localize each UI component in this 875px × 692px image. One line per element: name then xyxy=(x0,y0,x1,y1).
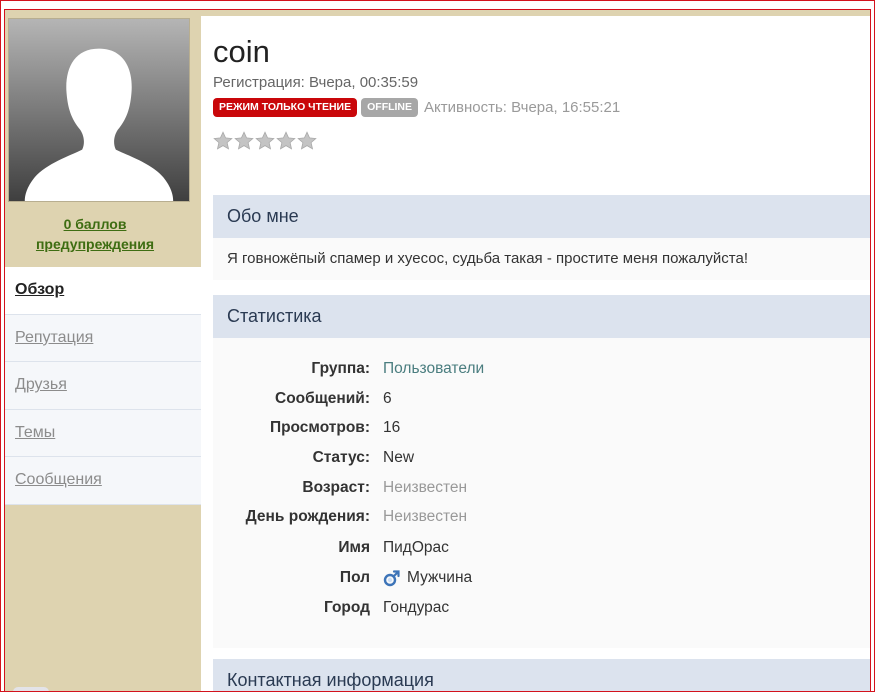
male-icon xyxy=(383,570,400,587)
stat-value-gender: Мужчина xyxy=(383,569,472,587)
star-icon[interactable] xyxy=(297,131,317,151)
stat-value: New xyxy=(383,449,415,466)
stat-value: Гондурас xyxy=(383,599,450,616)
warnings-link[interactable]: 0 баллов предупреждения xyxy=(5,214,185,254)
stat-value: 16 xyxy=(383,419,401,436)
stat-value: Неизвестен xyxy=(383,479,468,496)
stat-label: Имя xyxy=(338,539,370,556)
contacts-header: Контактная информация xyxy=(213,659,870,691)
profile-sidebar: 0 баллов предупреждения Обзор Репутация … xyxy=(5,10,201,691)
group-link[interactable]: Пользователи xyxy=(383,360,484,378)
readonly-badge: РЕЖИМ ТОЛЬКО ЧТЕНИЕ xyxy=(213,97,358,117)
scroll-indicator xyxy=(13,687,49,691)
statistics-header: Статистика xyxy=(213,295,870,338)
stat-label: Возраст: xyxy=(302,479,370,496)
about-header: Обо мне xyxy=(213,195,870,238)
star-icon[interactable] xyxy=(213,131,233,151)
rating-stars[interactable] xyxy=(213,131,317,151)
profile-page: 0 баллов предупреждения Обзор Репутация … xyxy=(4,9,871,691)
tab-friends[interactable]: Друзья xyxy=(5,362,201,410)
stat-row-city: Город Гондурас xyxy=(213,593,870,623)
stat-value: Неизвестен xyxy=(383,508,468,525)
stat-label: Просмотров: xyxy=(269,419,370,436)
default-avatar-silhouette-icon xyxy=(9,19,189,201)
profile-tabs: Обзор Репутация Друзья Темы Сообщения xyxy=(5,267,201,505)
profile-main: coin Регистрация: Вчера, 00:35:59 РЕЖИМ … xyxy=(201,16,870,691)
stat-row-views: Просмотров: 16 xyxy=(213,413,870,443)
window-frame: 0 баллов предупреждения Обзор Репутация … xyxy=(0,0,875,692)
stat-row-gender: Пол Мужчина xyxy=(213,563,870,593)
stat-row-status: Статус: New xyxy=(213,443,870,473)
tab-reputation[interactable]: Репутация xyxy=(5,314,201,362)
star-icon[interactable] xyxy=(255,131,275,151)
stat-label: Город xyxy=(323,599,370,616)
stat-row-group: Группа: Пользователи xyxy=(213,354,870,384)
stat-row-birthday: День рождения: Неизвестен xyxy=(213,502,870,532)
tab-topics[interactable]: Темы xyxy=(5,409,201,457)
stat-row-posts: Сообщений: 6 xyxy=(213,384,870,414)
stat-label: День рождения: xyxy=(245,508,370,525)
stat-value: 6 xyxy=(383,390,392,407)
page-title: coin xyxy=(213,34,270,69)
registration-date: Регистрация: Вчера, 00:35:59 xyxy=(213,74,419,91)
stat-label: Статус: xyxy=(312,449,370,466)
stat-label: Группа: xyxy=(311,360,370,377)
stat-value: ПидОрас xyxy=(383,539,449,556)
gender-value: Мужчина xyxy=(407,569,473,586)
star-icon[interactable] xyxy=(276,131,296,151)
tab-posts[interactable]: Сообщения xyxy=(5,457,201,505)
star-icon[interactable] xyxy=(234,131,254,151)
about-text: Я говножёпый спамер и хуесос, судьба так… xyxy=(227,250,749,267)
tab-overview[interactable]: Обзор xyxy=(5,267,201,315)
stat-row-name: Имя ПидОрас xyxy=(213,533,870,563)
stat-row-age: Возраст: Неизвестен xyxy=(213,473,870,503)
last-activity: Активность: Вчера, 16:55:21 xyxy=(424,98,621,116)
stat-label: Пол xyxy=(339,569,370,586)
offline-badge: OFFLINE xyxy=(361,97,419,117)
status-line: РЕЖИМ ТОЛЬКО ЧТЕНИЕ OFFLINE Активность: … xyxy=(213,97,620,117)
stat-label: Сообщений: xyxy=(275,390,370,407)
avatar xyxy=(8,18,190,202)
